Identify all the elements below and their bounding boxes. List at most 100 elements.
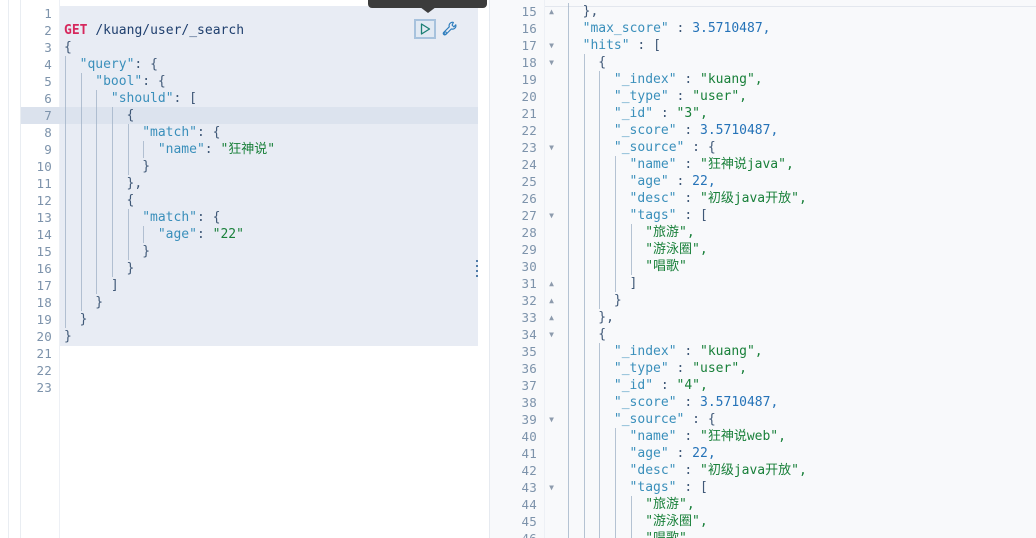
response-code-area[interactable]: }, "max_score" : 3.5710487, "hits" : [{"_i… [545, 0, 1036, 538]
code-line[interactable]: "唱歌" [645, 530, 687, 538]
settings-wrench-button[interactable] [439, 19, 459, 39]
token-punct: : [676, 72, 701, 87]
code-line[interactable]: GET /kuang/user/_search [64, 22, 244, 39]
token-punct: : [668, 174, 693, 189]
indent-guide [583, 88, 585, 105]
code-line[interactable]: "age" : 22, [630, 173, 716, 190]
indent-guide [80, 277, 82, 294]
code-line[interactable]: } [142, 158, 150, 175]
code-line[interactable]: "name": "狂神说" [158, 141, 275, 158]
code-line[interactable]: }, [583, 3, 599, 20]
indent-guide [599, 411, 601, 428]
code-line[interactable]: } [80, 311, 88, 328]
code-line[interactable]: "_id" : "4", [614, 377, 708, 394]
indent-guide [65, 294, 66, 311]
token-str: "kuang", [700, 72, 763, 87]
panel-resize-handle[interactable] [476, 260, 481, 277]
code-line[interactable]: "match": { [142, 209, 220, 226]
indent-guide [127, 158, 129, 175]
code-line[interactable]: { [127, 192, 135, 209]
line-number: 21 [521, 106, 537, 121]
code-line[interactable]: "旅游", [645, 496, 694, 513]
indent-guide [568, 513, 569, 530]
code-line[interactable]: "_index" : "kuang", [614, 343, 763, 360]
code-line[interactable]: "tags" : [ [630, 207, 708, 224]
code-line[interactable]: "_source" : { [614, 411, 716, 428]
code-line[interactable]: { [598, 326, 606, 343]
code-line[interactable]: "should": [ [111, 90, 197, 107]
code-line[interactable]: } [142, 243, 150, 260]
line-number: 18 [36, 295, 52, 310]
code-line[interactable]: "age" : 22, [630, 445, 716, 462]
line-number: 18 [521, 55, 537, 70]
indent-guide [599, 428, 601, 445]
code-line[interactable]: }, [598, 309, 614, 326]
line-number: 21 [36, 346, 52, 361]
code-line[interactable]: "age": "22" [158, 226, 244, 243]
play-request-button[interactable] [414, 19, 436, 39]
line-number: 16 [36, 261, 52, 276]
code-line[interactable]: "bool": { [95, 73, 165, 90]
token-punct: } [142, 244, 151, 259]
token-punct: } [79, 312, 88, 327]
code-line[interactable]: ] [630, 275, 638, 292]
token-punct: { [126, 108, 135, 123]
code-line[interactable]: } [64, 328, 72, 345]
code-line[interactable]: } [127, 260, 135, 277]
indent-guide [583, 445, 585, 462]
indent-guide [630, 496, 632, 513]
code-line[interactable]: "match": { [142, 124, 220, 141]
token-str: "3", [676, 106, 708, 121]
code-line[interactable]: "_source" : { [614, 139, 716, 156]
code-line[interactable]: "max_score" : 3.5710487, [583, 20, 771, 37]
code-line[interactable]: "name" : "狂神说java", [630, 156, 794, 173]
code-line[interactable]: "hits" : [ [583, 37, 661, 54]
code-line[interactable]: } [95, 294, 103, 311]
code-line[interactable]: }, [127, 175, 143, 192]
code-line[interactable]: "_type" : "user", [614, 88, 747, 105]
token-num: 3.5710487, [700, 123, 779, 138]
code-line[interactable]: "_type" : "user", [614, 360, 747, 377]
token-punct: : [ [629, 38, 661, 53]
indent-guide [583, 173, 585, 190]
code-line[interactable]: "游泳圈", [645, 513, 707, 530]
line-number: 6 [44, 91, 52, 106]
code-line[interactable]: ] [111, 277, 119, 294]
token-punct: } [95, 295, 104, 310]
request-code-area[interactable]: GET /kuang/user/_search{"query": {"bool"… [60, 0, 478, 538]
indent-guide [599, 122, 601, 139]
code-line[interactable]: "游泳圈", [645, 241, 707, 258]
request-gutter[interactable]: 123▼4▼5▼6▼7▼8▼910▲11▲12▼13▼1415▲16▲17▲18… [21, 0, 69, 538]
indent-guide [583, 122, 585, 139]
indent-guide [96, 243, 98, 260]
line-number: 33 [521, 310, 537, 325]
token-punct: ] [629, 276, 638, 291]
code-line[interactable]: "_score" : 3.5710487, [614, 122, 778, 139]
code-line[interactable]: "旅游", [645, 224, 694, 241]
token-punct: : [653, 378, 677, 393]
code-line[interactable]: "_index" : "kuang", [614, 71, 763, 88]
code-line[interactable]: "tags" : [ [630, 479, 708, 496]
code-line[interactable]: "desc" : "初级java开放", [630, 462, 807, 479]
code-line[interactable]: "_id" : "3", [614, 105, 708, 122]
token-key: "_index" [613, 344, 677, 359]
indent-guide [599, 71, 601, 88]
code-line[interactable]: "name" : "狂神说web", [630, 428, 786, 445]
token-num: 3.5710487, [692, 21, 771, 36]
token-punct: : [668, 21, 693, 36]
indent-guide [568, 530, 569, 538]
code-line[interactable]: { [598, 54, 606, 71]
token-punct: } [126, 261, 135, 276]
response-gutter[interactable]: 15 ▲ 16 17 ▼ 18 ▼ 19 20 21 22 23 ▼ 24 25 26 27 ▼ 28 29 30 31 ▲… [490, 0, 554, 538]
code-line[interactable]: "_score" : 3.5710487, [614, 394, 778, 411]
code-line[interactable]: { [64, 39, 72, 56]
code-line[interactable]: "唱歌" [645, 258, 687, 275]
token-punct: }, [598, 310, 614, 325]
token-punct: }, [126, 176, 143, 191]
code-line[interactable]: "desc" : "初级java开放", [630, 190, 807, 207]
indent-guide [568, 258, 569, 275]
code-line[interactable]: } [614, 292, 622, 309]
code-line[interactable]: { [127, 107, 135, 124]
line-number: 36 [521, 361, 537, 376]
code-line[interactable]: "query": { [80, 56, 158, 73]
